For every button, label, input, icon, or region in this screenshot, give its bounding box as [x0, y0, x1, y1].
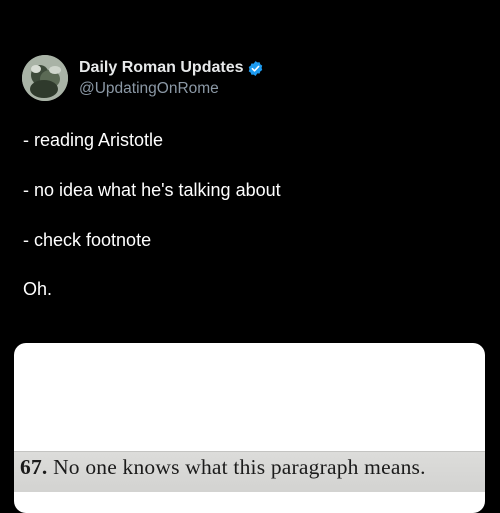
tweet-text-line: - check footnote	[23, 230, 152, 250]
verified-badge-icon	[249, 60, 263, 76]
tweet-text-line: - no idea what he's talking about	[23, 180, 281, 200]
tweet-text-line: - reading Aristotle	[23, 130, 164, 150]
footnote-text: No one knows what this paragraph means.	[53, 455, 426, 479]
author-name-row: Daily Roman Updates	[79, 58, 264, 78]
footnote: 67. No one knows what this paragraph mea…	[20, 455, 426, 480]
avatar[interactable]	[22, 55, 68, 101]
author-handle[interactable]: @UpdatingOnRome	[79, 79, 219, 99]
footnote-number: 67.	[20, 455, 48, 479]
attached-image[interactable]: 67. No one knows what this paragraph mea…	[14, 343, 485, 513]
tweet-text-line: Oh.	[23, 279, 53, 299]
display-name[interactable]: Daily Roman Updates	[79, 58, 243, 78]
roman-bust-avatar-icon	[22, 55, 68, 101]
